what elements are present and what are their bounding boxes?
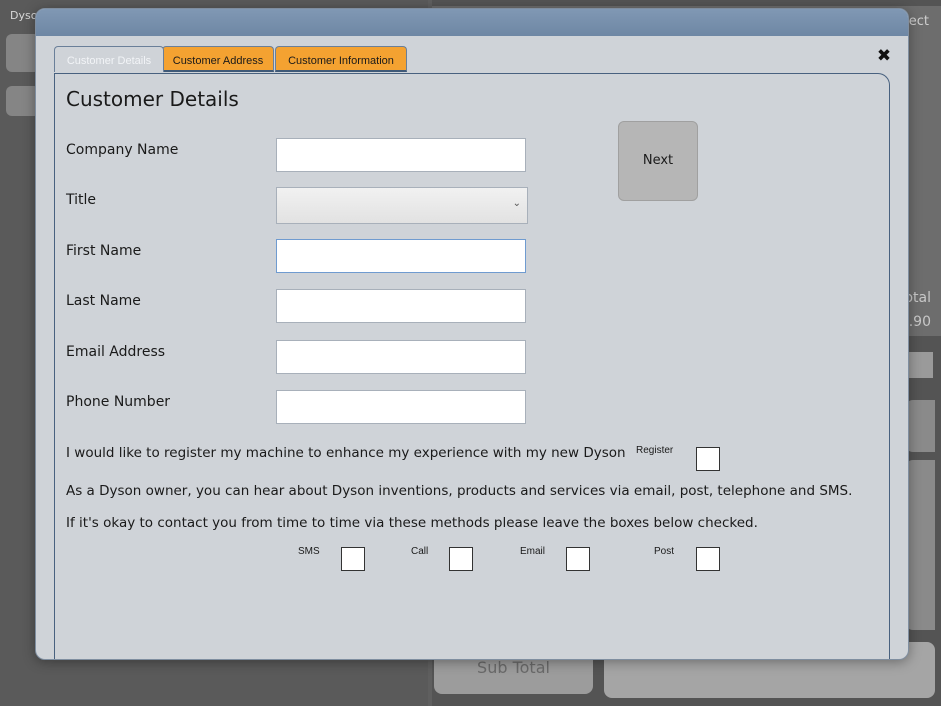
first-name-input[interactable] bbox=[276, 239, 526, 273]
next-button[interactable]: Next bbox=[618, 121, 698, 201]
background-button bbox=[905, 460, 935, 630]
email-label: Email bbox=[520, 546, 546, 557]
sms-label: SMS bbox=[298, 546, 320, 557]
post-label: Post bbox=[654, 546, 675, 557]
last-name-input[interactable] bbox=[276, 289, 526, 323]
title-label: Title bbox=[66, 192, 97, 208]
sms-checkbox[interactable] bbox=[341, 547, 365, 571]
register-text: I would like to register my machine to e… bbox=[66, 445, 626, 461]
last-name-label: Last Name bbox=[66, 293, 141, 309]
post-checkbox[interactable] bbox=[696, 547, 720, 571]
title-select[interactable]: ⌄ bbox=[276, 187, 528, 224]
call-label: Call bbox=[411, 546, 429, 557]
background-right-header: ect bbox=[908, 14, 929, 29]
email-checkbox[interactable] bbox=[566, 547, 590, 571]
register-label: Register bbox=[636, 445, 674, 456]
first-name-label: First Name bbox=[66, 243, 142, 259]
email-address-input[interactable] bbox=[276, 340, 526, 374]
owner-info-text: As a Dyson owner, you can hear about Dys… bbox=[66, 483, 853, 499]
background-field bbox=[905, 352, 933, 378]
phone-number-input[interactable] bbox=[276, 390, 526, 424]
background-button bbox=[905, 400, 935, 452]
dialog-title-bar bbox=[36, 9, 908, 36]
company-name-label: Company Name bbox=[66, 142, 179, 158]
register-checkbox[interactable] bbox=[696, 447, 720, 471]
background-app-title: Dyso bbox=[10, 9, 38, 22]
phone-number-label: Phone Number bbox=[66, 394, 171, 410]
contact-info-text: If it's okay to contact you from time to… bbox=[66, 515, 758, 531]
close-icon[interactable]: ✖ bbox=[874, 46, 894, 66]
company-name-input[interactable] bbox=[276, 138, 526, 172]
chevron-down-icon: ⌄ bbox=[512, 198, 521, 209]
customer-details-dialog: ✖ Customer Address Customer Information … bbox=[35, 8, 909, 660]
email-address-label: Email Address bbox=[66, 344, 166, 360]
page-title: Customer Details bbox=[66, 87, 239, 111]
call-checkbox[interactable] bbox=[449, 547, 473, 571]
tab-customer-details[interactable]: Customer Details bbox=[54, 46, 164, 72]
tab-customer-information[interactable]: Customer Information bbox=[275, 46, 407, 72]
tab-customer-address[interactable]: Customer Address bbox=[162, 46, 274, 72]
